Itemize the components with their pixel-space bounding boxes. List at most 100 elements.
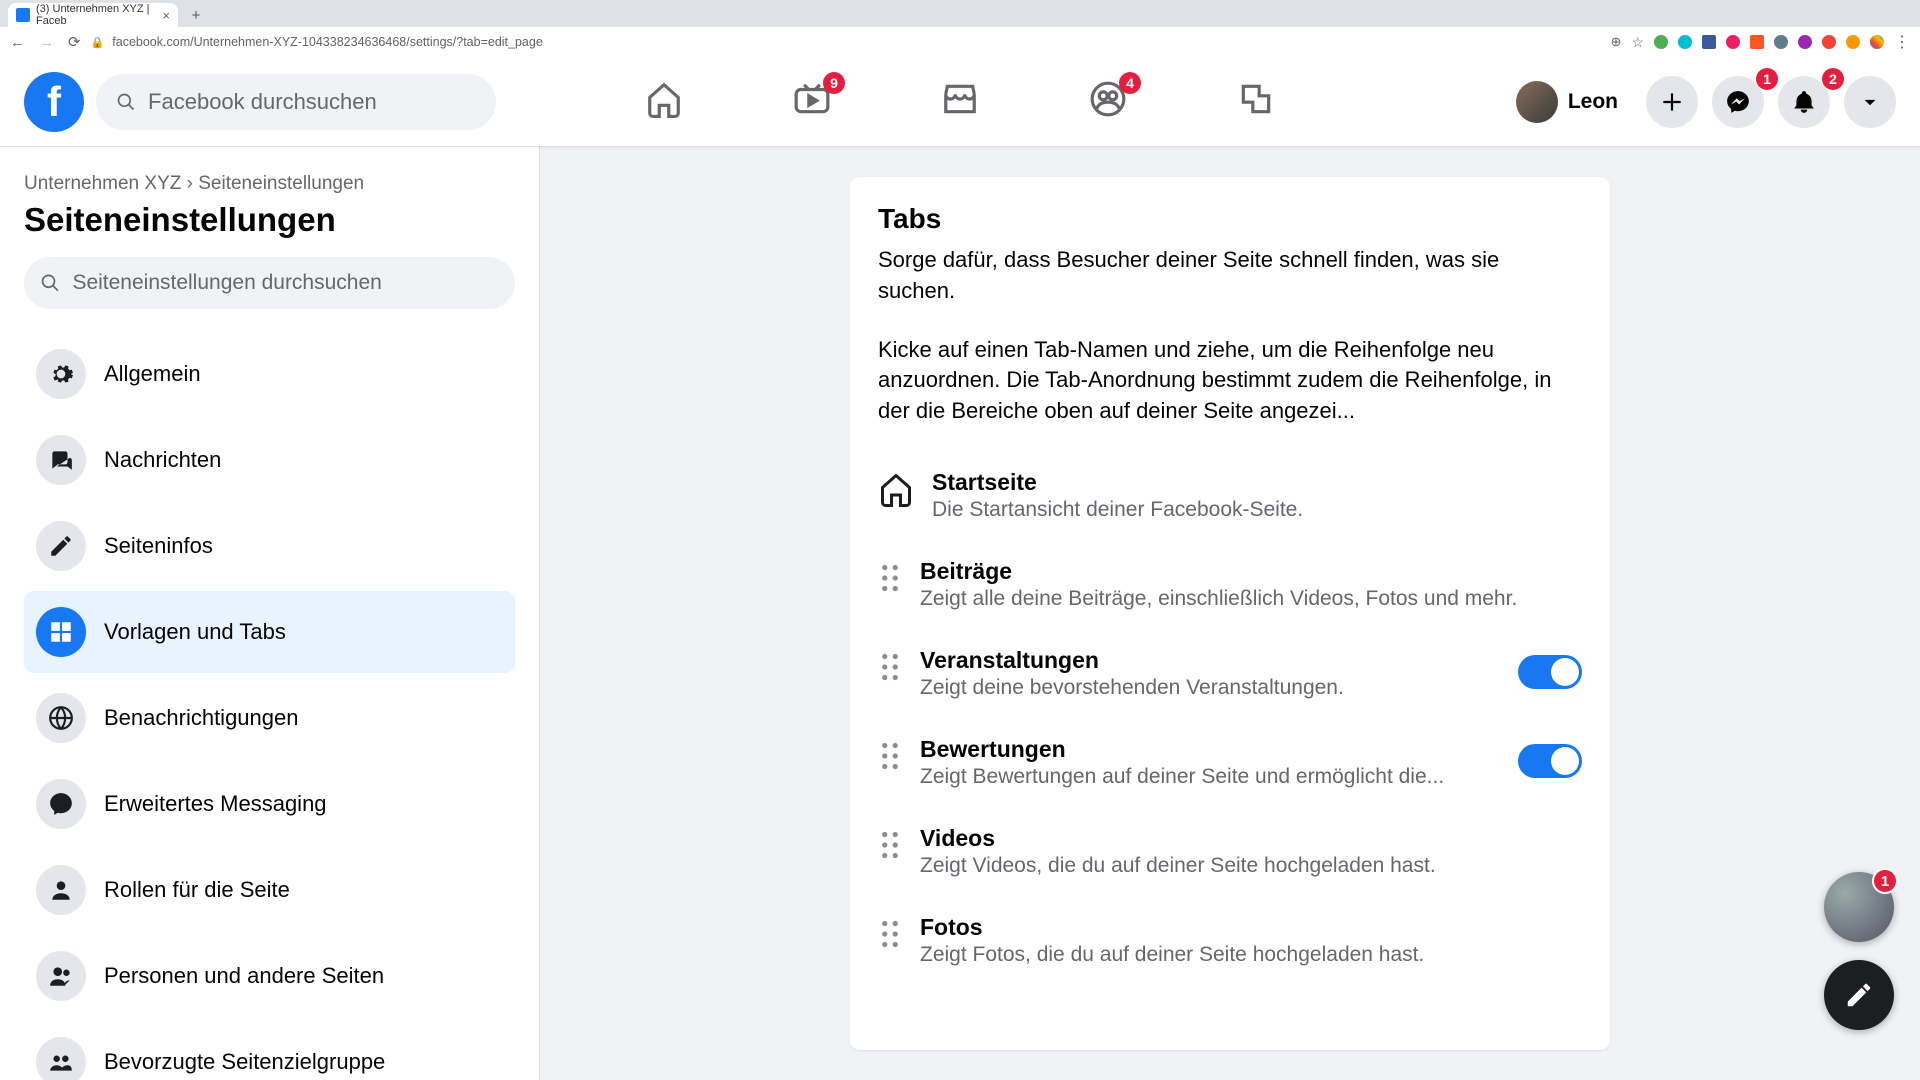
tab-name: Fotos: [920, 914, 1582, 941]
drag-handle-icon[interactable]: [878, 742, 902, 770]
breadcrumb-page-link[interactable]: Unternehmen XYZ: [24, 173, 181, 194]
sidebar-search[interactable]: [24, 257, 515, 309]
sidebar-item-seiteninfos[interactable]: Seiteninfos: [24, 505, 515, 587]
browser-tab[interactable]: (3) Unternehmen XYZ | Faceb ×: [8, 3, 178, 27]
account-menu-button[interactable]: [1844, 76, 1896, 128]
sidebar-item-personen-seiten[interactable]: Personen und andere Seiten: [24, 935, 515, 1017]
sidebar-search-input[interactable]: [72, 271, 499, 295]
ext-icon-10[interactable]: [1870, 35, 1884, 49]
sidebar-item-label: Benachrichtigungen: [104, 705, 298, 731]
home-icon: [878, 471, 914, 507]
drag-handle-icon[interactable]: [878, 564, 902, 592]
drag-handle-icon[interactable]: [878, 920, 902, 948]
pencil-icon: [48, 533, 74, 559]
notifications-button[interactable]: 2: [1778, 76, 1830, 128]
tab-row-startseite[interactable]: Startseite Die Startansicht deiner Faceb…: [878, 451, 1582, 540]
main-layout: Unternehmen XYZ › Seiteneinstellungen Se…: [0, 147, 1920, 1080]
browser-chrome: (3) Unternehmen XYZ | Faceb × + ← → ⟳ 🔒 …: [0, 0, 1920, 57]
search-icon: [40, 272, 60, 294]
ext-icon-3[interactable]: [1702, 35, 1716, 49]
star-icon[interactable]: ☆: [1631, 34, 1644, 51]
ext-icon-7[interactable]: [1798, 35, 1812, 49]
floating-new-message-button[interactable]: [1824, 960, 1894, 1030]
ext-icon-8[interactable]: [1822, 35, 1836, 49]
sidebar-item-zielgruppe[interactable]: Bevorzugte Seitenzielgruppe: [24, 1021, 515, 1080]
ext-icon-5[interactable]: [1750, 35, 1764, 49]
messenger-button[interactable]: 1: [1712, 76, 1764, 128]
person-icon: [48, 877, 74, 903]
browser-tab-title: (3) Unternehmen XYZ | Faceb: [36, 3, 156, 27]
center-nav: 9 4: [645, 80, 1275, 123]
grid-icon: [48, 619, 74, 645]
sidebar-item-label: Bevorzugte Seitenzielgruppe: [104, 1049, 385, 1075]
nav-home[interactable]: [645, 80, 683, 123]
facebook-search[interactable]: [96, 74, 496, 130]
plus-icon: [1659, 89, 1685, 115]
close-tab-icon[interactable]: ×: [162, 8, 170, 23]
tab-name: Beiträge: [920, 558, 1582, 585]
toggle-switch[interactable]: [1518, 655, 1582, 689]
nav-marketplace[interactable]: [941, 80, 979, 123]
zoom-icon[interactable]: ⊕: [1611, 34, 1622, 50]
ext-menu-icon[interactable]: ⋮: [1894, 32, 1910, 52]
sidebar-title: Seiteneinstellungen: [24, 201, 515, 239]
tab-row-veranstaltungen[interactable]: Veranstaltungen Zeigt deine bevorstehend…: [878, 629, 1582, 718]
card-title: Tabs: [878, 203, 1582, 235]
messenger-badge: 1: [1756, 68, 1778, 90]
url-field[interactable]: 🔒 facebook.com/Unternehmen-XYZ-104338234…: [91, 35, 1601, 49]
tab-name: Videos: [920, 825, 1582, 852]
nav-watch[interactable]: 9: [793, 80, 831, 123]
ext-icon-1[interactable]: [1654, 35, 1668, 49]
facebook-search-input[interactable]: [148, 89, 476, 115]
sidebar-item-rollen[interactable]: Rollen für die Seite: [24, 849, 515, 931]
profile-avatar: [1516, 81, 1558, 123]
profile-chip[interactable]: Leon: [1510, 75, 1632, 129]
sidebar-item-label: Nachrichten: [104, 447, 221, 473]
floating-chat-avatar[interactable]: 1: [1824, 872, 1894, 942]
notifications-badge: 2: [1822, 68, 1844, 90]
home-icon: [645, 80, 683, 118]
ext-icon-6[interactable]: [1774, 35, 1788, 49]
gaming-icon: [1237, 80, 1275, 118]
messenger-icon: [48, 791, 74, 817]
facebook-topbar: f 9 4 Leon 1: [0, 57, 1920, 147]
sidebar-item-vorlagen-tabs[interactable]: Vorlagen und Tabs: [24, 591, 515, 673]
create-button[interactable]: [1646, 76, 1698, 128]
sidebar-item-label: Allgemein: [104, 361, 201, 387]
ext-icon-4[interactable]: [1726, 35, 1740, 49]
new-tab-button[interactable]: +: [186, 5, 206, 25]
facebook-logo[interactable]: f: [24, 72, 84, 132]
tab-description: Zeigt Fotos, die du auf deiner Seite hoc…: [920, 943, 1582, 967]
sidebar-item-nachrichten[interactable]: Nachrichten: [24, 419, 515, 501]
ext-icon-2[interactable]: [1678, 35, 1692, 49]
people-icon: [48, 963, 74, 989]
sidebar-item-benachrichtigungen[interactable]: Benachrichtigungen: [24, 677, 515, 759]
settings-sidebar: Unternehmen XYZ › Seiteneinstellungen Se…: [0, 147, 540, 1080]
sidebar-item-label: Rollen für die Seite: [104, 877, 290, 903]
sidebar-item-label: Vorlagen und Tabs: [104, 619, 286, 645]
content-area: Tabs Sorge dafür, dass Besucher deiner S…: [540, 147, 1920, 1080]
back-icon[interactable]: ←: [10, 34, 25, 51]
card-description-2: Kicke auf einen Tab-Namen und ziehe, um …: [878, 335, 1582, 427]
drag-handle-icon[interactable]: [878, 831, 902, 859]
nav-gaming[interactable]: [1237, 80, 1275, 123]
breadcrumb: Unternehmen XYZ › Seiteneinstellungen: [24, 173, 515, 195]
sidebar-item-erweitertes-messaging[interactable]: Erweitertes Messaging: [24, 763, 515, 845]
drag-handle-icon[interactable]: [878, 653, 902, 681]
reload-icon[interactable]: ⟳: [68, 33, 81, 51]
search-icon: [116, 91, 136, 113]
forward-icon[interactable]: →: [39, 34, 54, 51]
floating-chat-badge: 1: [1872, 868, 1898, 894]
tab-name: Startseite: [932, 469, 1582, 496]
bell-icon: [1791, 89, 1817, 115]
tab-row-videos[interactable]: Videos Zeigt Videos, die du auf deiner S…: [878, 807, 1582, 896]
tab-row-fotos[interactable]: Fotos Zeigt Fotos, die du auf deiner Sei…: [878, 896, 1582, 985]
chat-icon: [48, 447, 74, 473]
globe-icon: [48, 705, 74, 731]
ext-icon-9[interactable]: [1846, 35, 1860, 49]
sidebar-item-allgemein[interactable]: Allgemein: [24, 333, 515, 415]
tab-row-beitraege[interactable]: Beiträge Zeigt alle deine Beiträge, eins…: [878, 540, 1582, 629]
nav-groups[interactable]: 4: [1089, 80, 1127, 123]
tab-row-bewertungen[interactable]: Bewertungen Zeigt Bewertungen auf deiner…: [878, 718, 1582, 807]
toggle-switch[interactable]: [1518, 744, 1582, 778]
